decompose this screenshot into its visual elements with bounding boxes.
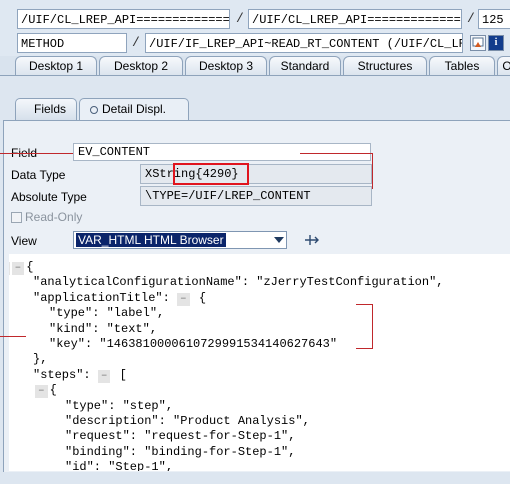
- code-text: "request": "request-for-Step-1",: [65, 429, 296, 444]
- code-text: "analyticalConfigurationName": "zJerryTe…: [33, 275, 444, 290]
- line-number-field[interactable]: 125: [478, 9, 510, 29]
- code-line: "request": "request-for-Step-1",: [65, 429, 295, 444]
- code-text: "key": "1463810000610729991534140627643": [49, 337, 338, 351]
- object-type-field[interactable]: METHOD: [17, 33, 127, 53]
- code-line: "binding": "binding-for-Step-1",: [65, 445, 295, 460]
- view-select[interactable]: VAR_HTML HTML Browser: [73, 231, 287, 249]
- code-line: –{: [35, 383, 57, 399]
- annotation-line: [356, 348, 373, 349]
- annotation-line: [372, 304, 373, 348]
- absolute-type-label: Absolute Type: [11, 190, 87, 204]
- navigate-icon[interactable]: [470, 35, 486, 51]
- code-line: "applicationTitle": – {: [33, 291, 206, 306]
- detail-icon: [90, 106, 98, 114]
- code-text: {: [49, 383, 57, 398]
- code-text: "id": "Step-1",: [65, 460, 174, 471]
- code-line: "type": "label",: [49, 306, 164, 321]
- code-text: "description": "Product Analysis",: [65, 414, 310, 428]
- tab-desktop-2[interactable]: Desktop 2: [99, 56, 183, 75]
- tab-fields-label: Fields: [34, 102, 67, 116]
- code-text: "type": "step",: [65, 398, 174, 413]
- absolute-type-value: \TYPE=/UIF/LREP_CONTENT: [140, 186, 372, 206]
- code-text: },: [33, 352, 48, 367]
- annotation-line: [372, 153, 373, 189]
- annotation-line: [0, 336, 26, 337]
- include-field[interactable]: /UIF/CL_LREP_API===============: [248, 9, 462, 29]
- read-only-label: Read-Only: [25, 210, 83, 224]
- data-type-label: Data Type: [11, 168, 66, 182]
- tab-structures[interactable]: Structures: [343, 56, 427, 75]
- html-browser-view[interactable]: +–{"analyticalConfigurationName": "zJerr…: [9, 254, 510, 471]
- code-text: "type": "label",: [49, 306, 165, 321]
- code-line: "kind": "text",: [49, 322, 157, 337]
- view-selected-value: VAR_HTML HTML Browser: [76, 233, 226, 247]
- tab-standard[interactable]: Standard: [269, 56, 341, 75]
- code-text: [: [112, 367, 127, 382]
- code-line: "type": "step",: [65, 399, 173, 414]
- separator: /: [132, 35, 140, 50]
- annotation-line: [0, 153, 73, 154]
- code-line: "description": "Product Analysis",: [65, 414, 310, 429]
- read-only-checkbox[interactable]: [11, 212, 22, 223]
- tab-detail-label: Detail Displ.: [102, 102, 167, 116]
- collapse-icon[interactable]: –: [11, 262, 25, 275]
- code-text: {: [26, 260, 34, 274]
- scrollbar-track[interactable]: [0, 472, 510, 484]
- tab-desktop-3[interactable]: Desktop 3: [185, 56, 267, 75]
- annotation-line: [300, 153, 372, 154]
- code-text: {: [191, 290, 207, 305]
- chevron-down-icon[interactable]: [274, 237, 284, 243]
- separator: /: [467, 11, 475, 26]
- code-text: "steps":: [33, 367, 98, 382]
- tab-tables[interactable]: Tables: [429, 56, 495, 75]
- tab-objects[interactable]: O: [497, 56, 510, 75]
- collapse-icon[interactable]: –: [35, 385, 48, 399]
- code-text: "kind": "text",: [49, 321, 158, 336]
- method-name-field[interactable]: /UIF/IF_LREP_API~READ_RT_CONTENT (/UIF/C…: [145, 33, 463, 53]
- collapse-icon[interactable]: –: [97, 369, 111, 383]
- collapse-icon[interactable]: –: [177, 292, 190, 306]
- desktop-tab-bar: Desktop 1 Desktop 2 Desktop 3 Standard S…: [0, 56, 510, 76]
- tab-desktop-1[interactable]: Desktop 1: [15, 56, 97, 75]
- code-text: "binding": "binding-for-Step-1",: [65, 444, 296, 459]
- field-name-input[interactable]: EV_CONTENT: [73, 143, 371, 161]
- annotation-line: [356, 304, 373, 305]
- code-line: "analyticalConfigurationName": "zJerryTe…: [33, 275, 443, 290]
- program-field[interactable]: /UIF/CL_LREP_API===============: [17, 9, 230, 29]
- separator: /: [236, 11, 244, 26]
- info-icon[interactable]: i: [488, 35, 504, 51]
- tab-fields[interactable]: Fields: [15, 98, 77, 120]
- code-line: "id": "Step-1",: [65, 460, 173, 471]
- code-line: },: [33, 352, 47, 367]
- code-text: "applicationTitle":: [33, 290, 178, 305]
- move-icon[interactable]: [303, 232, 321, 248]
- tab-detail-display[interactable]: Detail Displ.: [79, 98, 189, 120]
- expand-icon[interactable]: +: [9, 262, 10, 275]
- code-line: "key": "1463810000610729991534140627643": [49, 337, 337, 352]
- view-label: View: [11, 234, 37, 248]
- annotation-highlight-box: [173, 163, 249, 185]
- code-line: +–{: [9, 260, 33, 275]
- code-line: "steps": – [: [33, 368, 127, 383]
